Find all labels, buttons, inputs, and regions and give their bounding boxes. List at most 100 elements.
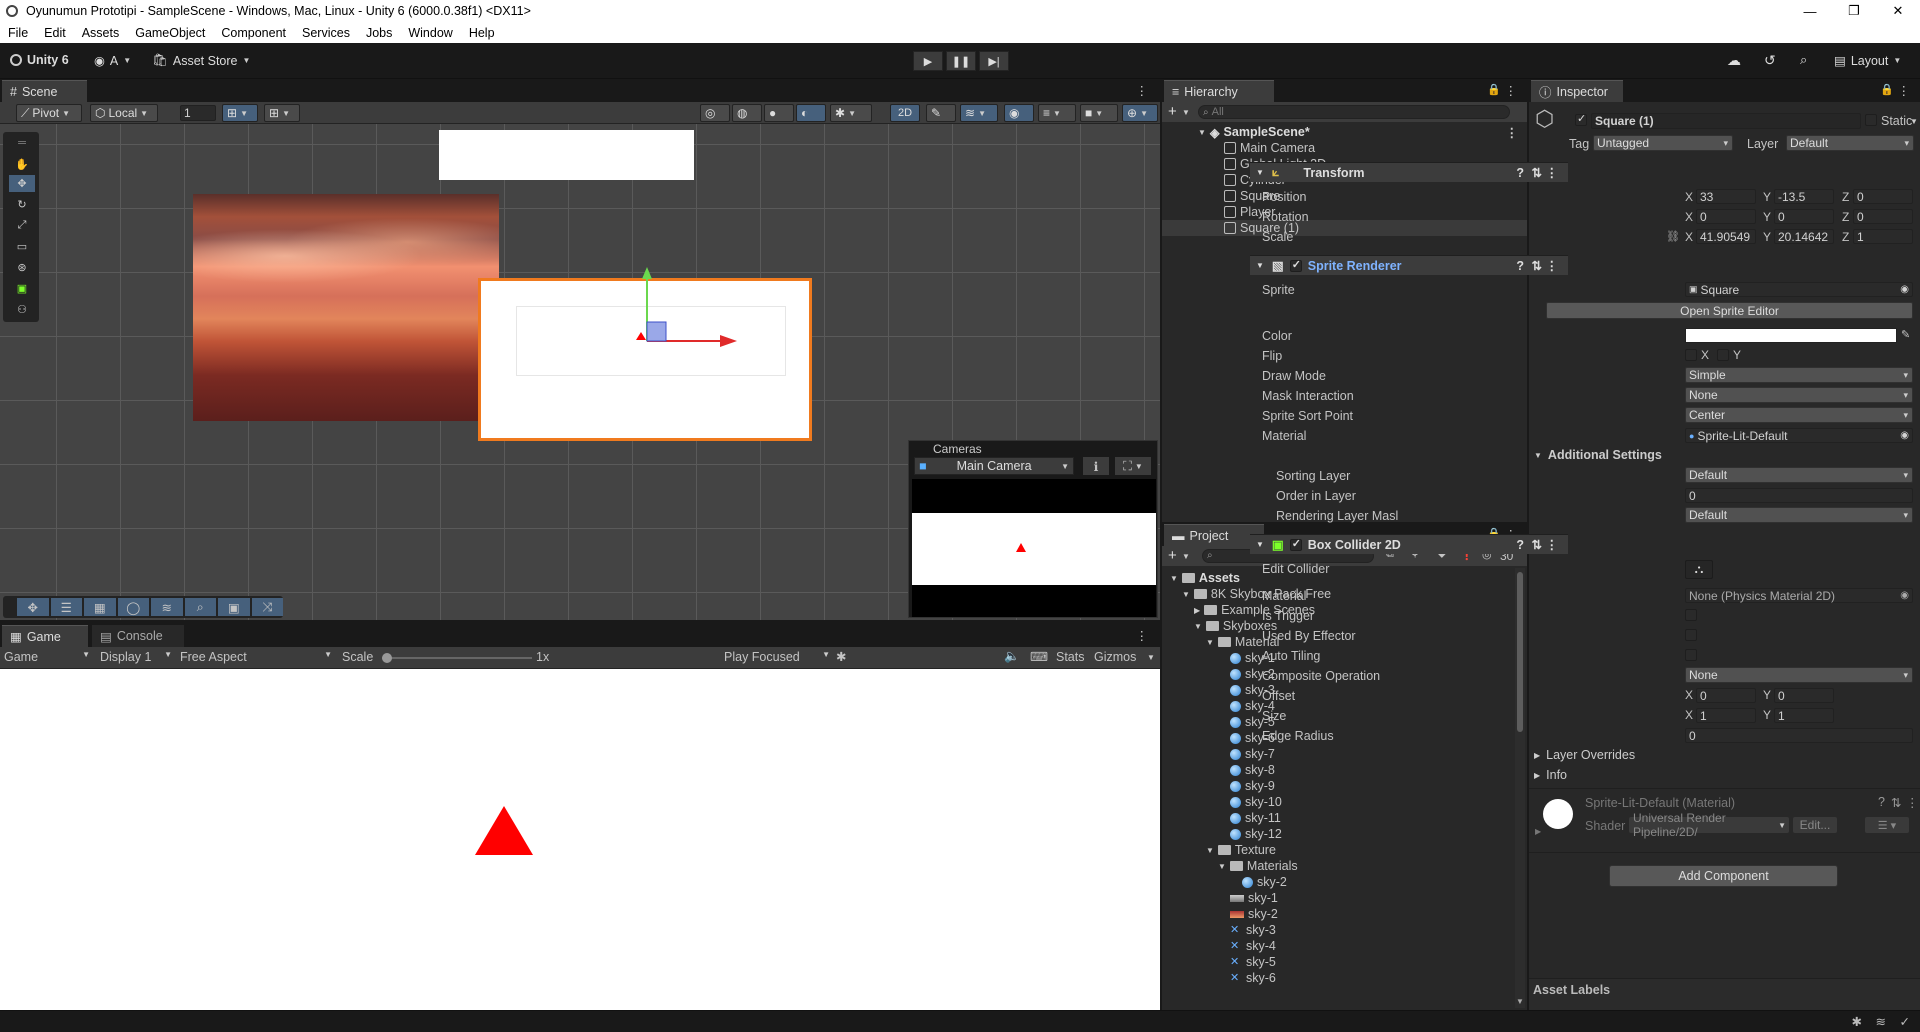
static-checkbox[interactable] (1865, 114, 1877, 126)
rotate-tool-button[interactable]: ↻ (9, 196, 35, 213)
overlay-sphere-button[interactable]: ◯ (117, 598, 149, 616)
gizmos-button[interactable]: ⊕ ▼ (1122, 104, 1158, 122)
game-mode-dropdown[interactable]: Game ▼ (4, 650, 90, 664)
chevron-down-icon[interactable]: ▼ (1182, 108, 1190, 117)
scale-tool-button[interactable]: ⤢ (9, 217, 35, 234)
chevron-down-icon[interactable]: ▼ (1182, 590, 1190, 599)
play-button[interactable]: ▶ (913, 51, 943, 71)
more-options-icon[interactable]: ⋮ (1898, 83, 1911, 98)
x-axis-handle[interactable] (720, 335, 737, 347)
layers-button[interactable]: ≡ ▼ (1038, 104, 1076, 122)
additional-settings-foldout[interactable]: ▼ Additional Settings (1534, 448, 1662, 462)
history-button[interactable]: ↺ (1764, 52, 1776, 69)
overlay-align-button[interactable]: ☰ (50, 598, 82, 616)
shading-shaded-button[interactable]: ● (764, 104, 794, 122)
project-item[interactable]: sky-2 (1218, 906, 1278, 922)
more-options-icon[interactable]: ⋮ (1136, 83, 1149, 98)
check-icon[interactable]: ✓ (1900, 1014, 1910, 1029)
layer-dropdown[interactable]: Default (1786, 135, 1914, 151)
active-checkbox[interactable] (1575, 112, 1587, 126)
chevron-down-icon[interactable]: ▼ (1910, 117, 1918, 126)
scale-x-input[interactable]: 41.90549 (1696, 229, 1756, 244)
project-item[interactable]: ▼ Assets (1170, 570, 1240, 586)
more-options-icon[interactable]: ⋮ (1136, 628, 1149, 643)
preset-icon[interactable]: ⇅ (1532, 165, 1542, 180)
move-gizmo[interactable] (620, 264, 760, 374)
chevron-down-icon[interactable]: ▼ (1218, 862, 1226, 871)
skybox-sprite[interactable] (193, 194, 499, 421)
shader-edit-button[interactable]: Edit... (1793, 817, 1837, 833)
edit-collider-button[interactable]: ⛬ (1685, 560, 1713, 579)
object-picker-icon[interactable]: ◉ (1900, 590, 1909, 601)
flip-x-checkbox[interactable] (1685, 349, 1697, 361)
maximize-button[interactable]: ❐ (1832, 0, 1876, 22)
composite-operation-dropdown[interactable]: None (1685, 667, 1913, 683)
chevron-down-icon[interactable]: ▼ (1170, 574, 1178, 583)
project-item[interactable]: sky-11 (1218, 810, 1281, 826)
chevron-down-icon[interactable]: ▼ (1194, 622, 1202, 631)
layer-overrides-foldout[interactable]: ▶ Layer Overrides (1534, 748, 1635, 762)
project-item[interactable]: sky-7 (1218, 746, 1275, 762)
project-item[interactable]: sky-12 (1218, 826, 1282, 842)
project-item[interactable]: ▼ Texture (1206, 842, 1276, 858)
bug-icon[interactable]: ✱ (1852, 1014, 1862, 1029)
link-icon[interactable]: ⛓ (1666, 230, 1680, 243)
more-options-icon[interactable]: ⋮ (1506, 125, 1519, 140)
chevron-right-icon[interactable]: ▶ (1535, 827, 1541, 836)
overlay-camera-button[interactable]: ▣ (218, 598, 250, 616)
menu-help[interactable]: Help (469, 26, 495, 40)
more-options-icon[interactable]: ⋮ (1906, 795, 1919, 810)
project-item[interactable]: sky-2 (1230, 874, 1287, 890)
background-tasks-icon[interactable]: ≋ (1876, 1014, 1886, 1029)
project-item[interactable]: sky-8 (1218, 762, 1275, 778)
hierarchy-search-input[interactable]: ⌕ All (1198, 105, 1510, 119)
help-icon[interactable]: ? (1516, 166, 1524, 180)
shading-rendering-button[interactable]: ◐ (796, 104, 826, 122)
object-picker-icon[interactable]: ◉ (1900, 430, 1909, 441)
camera-info-button[interactable]: ℹ (1083, 457, 1109, 475)
chevron-down-icon[interactable]: ▼ (1147, 653, 1155, 662)
preset-icon[interactable]: ⇅ (1532, 258, 1542, 273)
used-by-effector-checkbox[interactable] (1685, 629, 1697, 641)
menu-assets[interactable]: Assets (82, 26, 120, 40)
overlay-shuffle-button[interactable]: ⤨ (251, 598, 283, 616)
stats-button[interactable]: Stats (1056, 650, 1085, 664)
offset-y-input[interactable]: 0 (1774, 688, 1834, 703)
overlay-layers-button[interactable]: ≋ (151, 598, 183, 616)
overlay-search-button[interactable]: ⌕ (184, 598, 216, 616)
rotation-y-input[interactable]: 0 (1774, 209, 1834, 224)
more-options-icon[interactable]: ⋮ (1546, 258, 1559, 273)
position-y-input[interactable]: -13.5 (1774, 189, 1834, 204)
scale-slider-handle[interactable] (382, 653, 392, 663)
menu-jobs[interactable]: Jobs (366, 26, 392, 40)
mute-audio-icon[interactable]: 🔈 (1004, 649, 1020, 664)
box-collider-enabled-checkbox[interactable] (1289, 537, 1302, 551)
project-item[interactable]: ✕ sky-5 (1218, 954, 1276, 970)
draw-mode-dropdown[interactable]: Simple (1685, 367, 1913, 383)
help-icon[interactable]: ? (1878, 795, 1885, 809)
info-foldout[interactable]: ▶ Info (1534, 768, 1567, 782)
rendering-layer-dropdown[interactable]: Default (1685, 507, 1913, 523)
scene-root[interactable]: ▼ ◈ SampleScene* ⋮ (1198, 124, 1518, 140)
sprite-field[interactable]: ▣ Square ◉ (1685, 282, 1913, 297)
2d-toggle-button[interactable]: 2D (890, 104, 920, 122)
box-collider-header[interactable]: ▼ ▣ Box Collider 2D ? ⇅ ⋮ (1250, 534, 1568, 554)
bug-icon[interactable]: ✱ (836, 649, 846, 664)
transform-tool-button[interactable]: ⊛ (9, 259, 35, 276)
edge-radius-input[interactable]: 0 (1685, 728, 1913, 743)
offset-x-input[interactable]: 0 (1696, 688, 1756, 703)
search-button[interactable]: ⌕ (1800, 52, 1807, 68)
custom-tool-button[interactable]: ⚇ (9, 301, 35, 318)
more-options-icon[interactable]: ⋮ (1546, 537, 1559, 552)
scale-y-input[interactable]: 20.14642 (1774, 229, 1834, 244)
camera-select-dropdown[interactable]: ■ Main Camera ▼ (914, 457, 1074, 475)
pause-button[interactable]: ❚❚ (946, 51, 976, 71)
minimize-button[interactable]: — (1788, 0, 1832, 22)
menu-services[interactable]: Services (302, 26, 350, 40)
grid-visibility-button[interactable]: ⊞ ▼ (264, 104, 300, 122)
shading-wire-button[interactable]: ◎ (700, 104, 730, 122)
more-options-icon[interactable]: ⋮ (1546, 165, 1559, 180)
shader-options-button[interactable]: ☰ ▾ (1865, 817, 1909, 833)
size-x-input[interactable]: 1 (1696, 708, 1756, 723)
scene-sprite-top[interactable] (439, 130, 694, 180)
